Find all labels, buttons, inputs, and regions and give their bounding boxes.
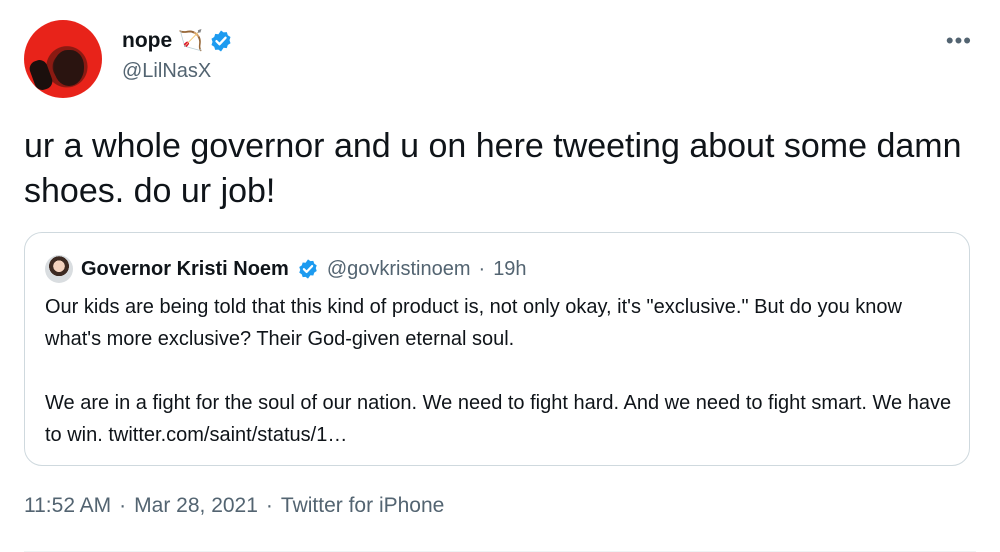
quoted-timestamp[interactable]: 19h xyxy=(493,258,526,281)
quoted-tweet-header: Governor Kristi Noem @govkristinoem · 19… xyxy=(45,255,527,283)
tweet: nope 🏹 @LilNasX ••• ur a whole governor … xyxy=(0,0,1000,552)
author-name-row[interactable]: nope 🏹 xyxy=(122,28,233,53)
tweet-text: ur a whole governor and u on here tweeti… xyxy=(24,127,962,210)
tweet-footer: 11:52 AM · Mar 28, 2021 · Twitter for iP… xyxy=(24,494,444,518)
verified-badge-icon xyxy=(211,30,231,51)
quoted-paragraph-1: Our kids are being told that this kind o… xyxy=(45,296,902,350)
quoted-author-name[interactable]: Governor Kristi Noem xyxy=(81,258,289,281)
quoted-tweet[interactable]: Governor Kristi Noem @govkristinoem · 19… xyxy=(24,232,970,466)
quoted-paragraph-2: We are in a fight for the soul of our na… xyxy=(45,392,952,446)
more-options-icon[interactable]: ••• xyxy=(946,28,972,54)
bow-and-arrow-emoji: 🏹 xyxy=(178,30,204,52)
quoted-separator: · xyxy=(478,257,486,280)
author-name[interactable]: nope xyxy=(122,29,172,53)
quoted-verified-badge-icon xyxy=(299,259,317,279)
tweet-source[interactable]: Twitter for iPhone xyxy=(281,494,444,518)
author-handle[interactable]: @LilNasX xyxy=(122,60,211,83)
quoted-author-handle[interactable]: @govkristinoem xyxy=(327,258,471,281)
avatar-hand xyxy=(27,57,55,93)
author-avatar[interactable] xyxy=(24,20,102,98)
avatar-face xyxy=(54,50,84,86)
tweet-time[interactable]: 11:52 AM xyxy=(24,494,111,518)
footer-separator-1: · xyxy=(119,494,127,517)
tweet-date[interactable]: Mar 28, 2021 xyxy=(134,494,258,518)
footer-separator-2: · xyxy=(265,494,273,517)
quoted-tweet-body: Our kids are being told that this kind o… xyxy=(45,291,957,451)
quoted-author-avatar[interactable] xyxy=(45,255,73,283)
